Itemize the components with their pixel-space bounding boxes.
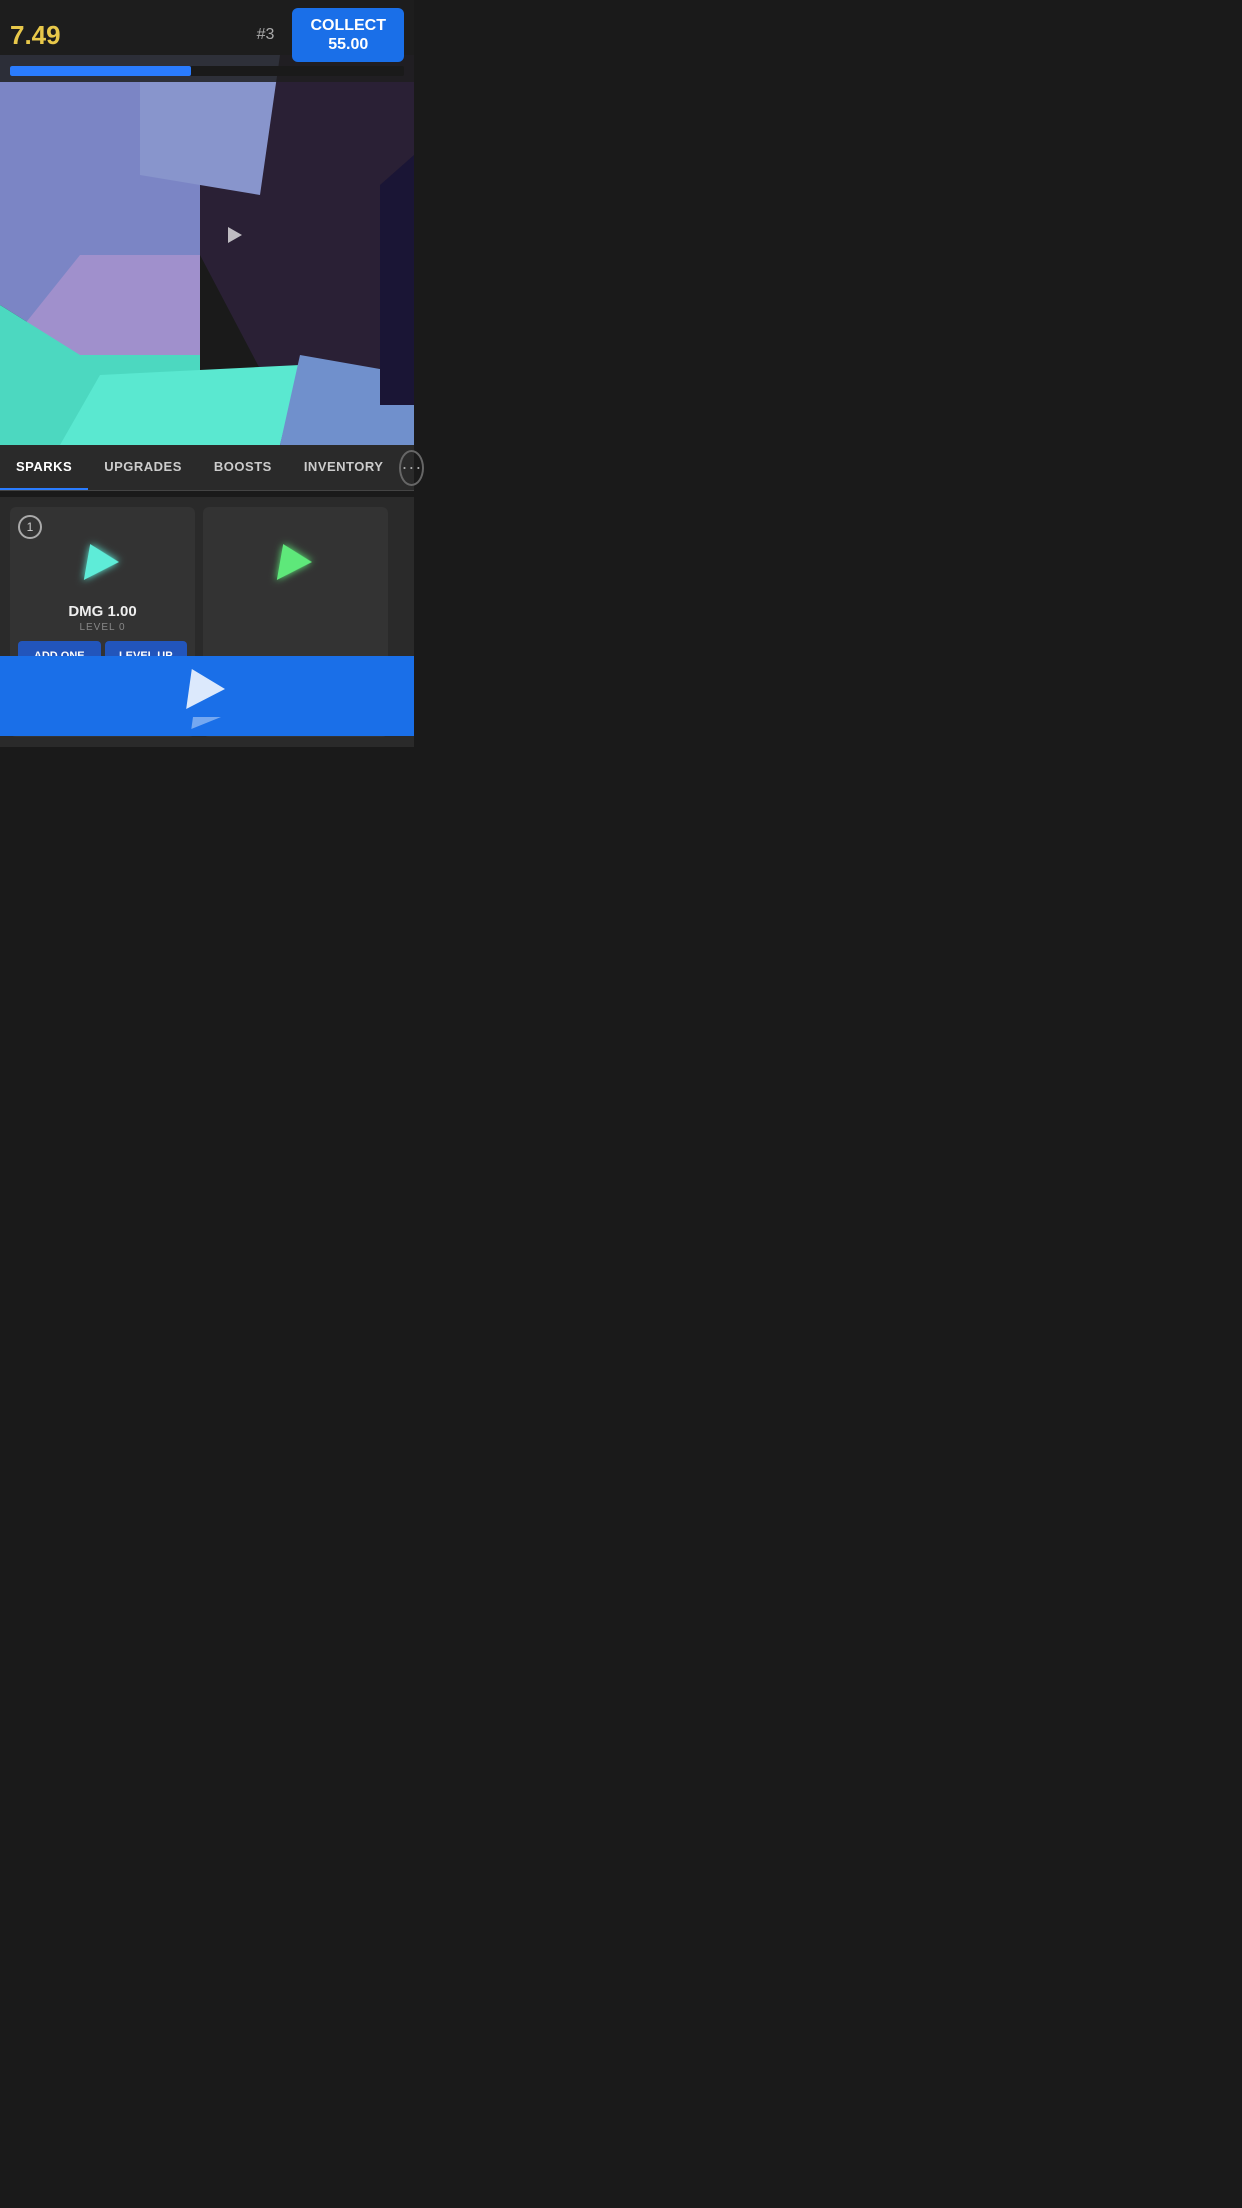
game-area[interactable]	[0, 55, 414, 445]
card-number-1: 1	[18, 515, 42, 539]
bottom-arrow-icon	[189, 669, 225, 723]
arrow-cyan-icon	[83, 544, 121, 580]
tab-boosts[interactable]: BOOSTS	[198, 445, 288, 490]
more-dots-button[interactable]: ···	[399, 450, 424, 486]
collect-button[interactable]: COLLECT 55.00	[292, 8, 404, 62]
card-name-1: DMG 1.00	[68, 603, 136, 620]
tab-sparks[interactable]: SPARKS	[0, 445, 88, 490]
arrow-green-icon	[276, 544, 314, 580]
rank-badge: #3	[257, 26, 275, 44]
score-value: 7.49	[10, 20, 61, 51]
score-row: 7.49 #3 COLLECT 55.00	[10, 8, 404, 62]
top-hud: 7.49 #3 COLLECT 55.00	[0, 0, 414, 82]
progress-bar-fill	[10, 66, 191, 76]
card-icon-2	[261, 527, 331, 597]
tab-inventory[interactable]: INVENTORY	[288, 445, 400, 490]
card-icon-1	[68, 527, 138, 597]
game-background	[0, 55, 414, 445]
bottom-arrow-shadow	[191, 717, 221, 729]
cursor-arrow	[228, 227, 242, 243]
tab-upgrades[interactable]: UPGRADES	[88, 445, 198, 490]
progress-bar	[10, 66, 404, 76]
bottom-bar-button[interactable]	[0, 656, 414, 736]
tabs-bar: SPARKS UPGRADES BOOSTS INVENTORY ···	[0, 445, 414, 491]
card-level-1: LEVEL 0	[79, 622, 125, 633]
bottom-arrow-main	[186, 669, 228, 709]
game-canvas	[0, 55, 414, 445]
